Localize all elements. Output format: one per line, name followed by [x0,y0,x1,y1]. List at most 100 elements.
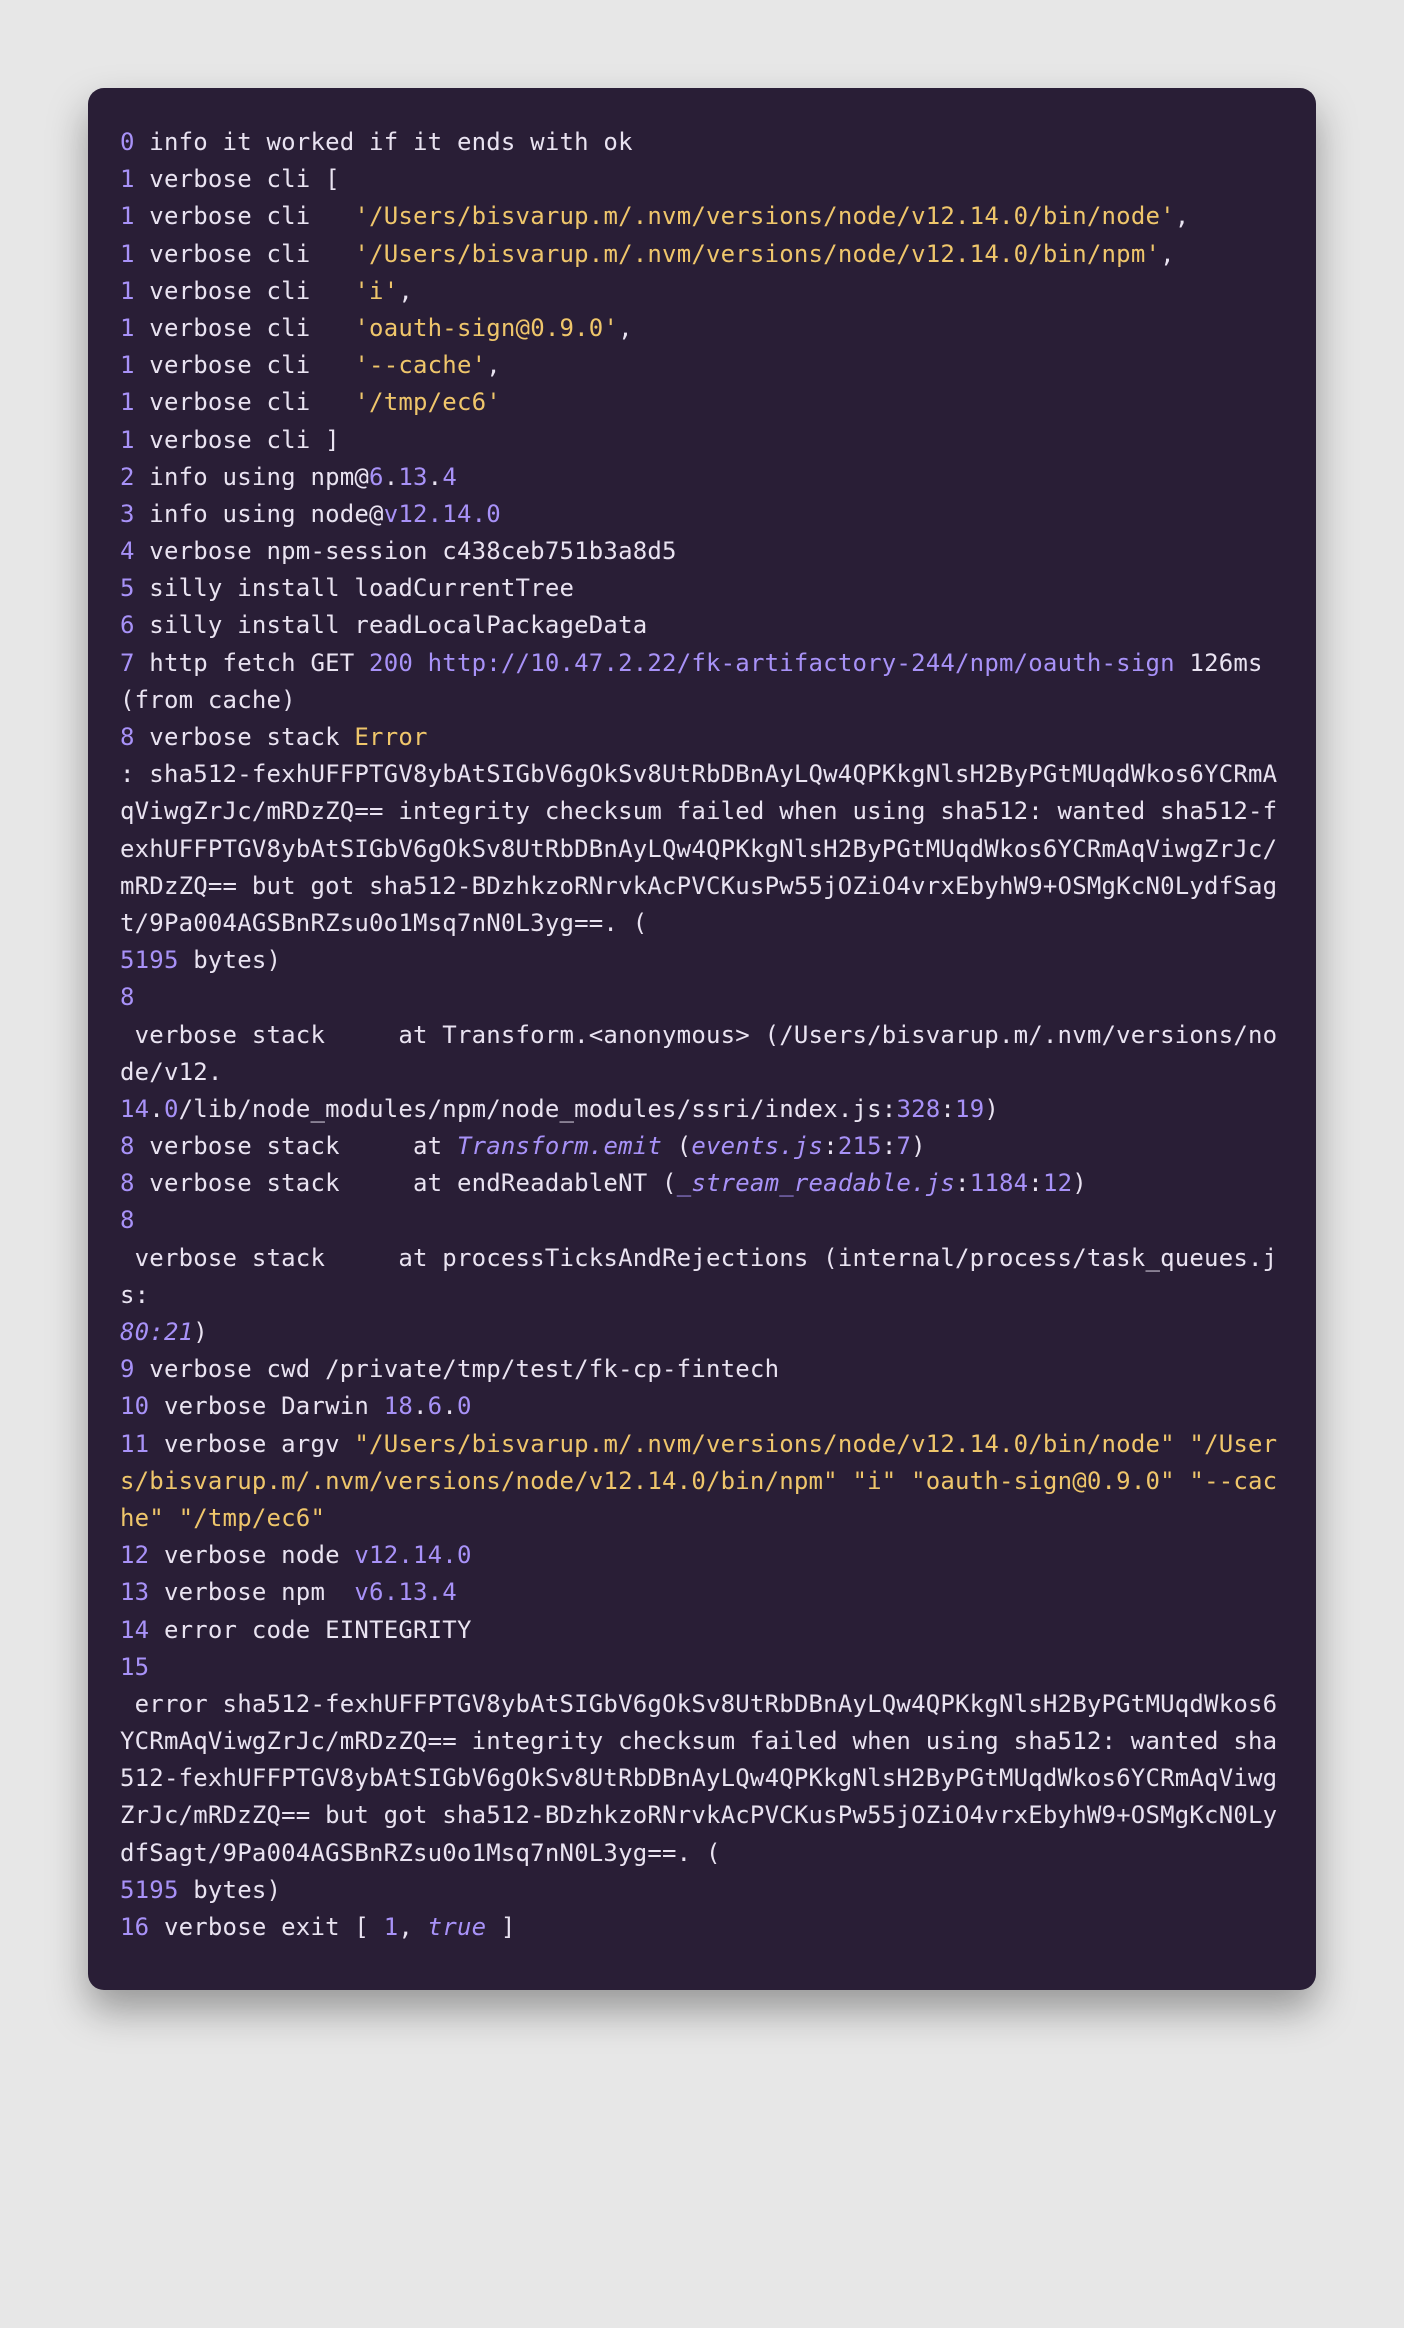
log-token: 0 [164,1095,179,1123]
log-token: ) [193,1318,208,1346]
log-token: , [1160,240,1175,268]
log-token: 13 [398,463,427,491]
log-token [164,1504,179,1532]
log-token: : [955,1169,970,1197]
log-token: http://10.47.2.22/fk-artifactory-244/npm… [428,649,1175,677]
log-token: , [398,277,413,305]
log-token: verbose stack at Transform.<anonymous> (… [120,1021,1277,1086]
log-token: '/Users/bisvarup.m/.nvm/versions/node/v1… [354,240,1160,268]
log-token: 8 [120,723,135,751]
log-token: 'i' [354,277,398,305]
log-token: 10 [120,1392,149,1420]
log-token: verbose stack at endReadableNT ( [135,1169,677,1197]
log-token: . [149,1095,164,1123]
log-token: 12 [1043,1169,1072,1197]
log-token: "/tmp/ec6" [179,1504,326,1532]
log-token: verbose node [149,1541,354,1569]
log-token: silly install loadCurrentTree [135,574,574,602]
log-token: silly install readLocalPackageData [135,611,648,639]
log-token: 19 [955,1095,984,1123]
log-token: ) [911,1132,926,1160]
log-token: 1 [384,1913,399,1941]
log-token: 0 [457,1392,472,1420]
log-token [413,649,428,677]
terminal-panel: 0 info it worked if it ends with ok 1 ve… [88,88,1316,1990]
log-token: 7 [120,649,135,677]
log-token: 6 [369,463,384,491]
log-token: 8 [120,1169,135,1197]
log-token: , [1175,202,1190,230]
log-token: 215 [838,1132,882,1160]
log-token: 11 [120,1430,149,1458]
log-token: 14 [120,1616,149,1644]
log-token: 14 [120,1095,149,1123]
log-token: 15 [120,1653,149,1681]
log-token: 8 [120,983,135,1011]
log-token: Transform.emit [457,1132,662,1160]
log-token: ( [662,1132,691,1160]
log-token: ) [984,1095,999,1123]
log-token: 5195 [120,1876,179,1904]
log-token: verbose cli [ [135,165,340,193]
log-token: verbose cli [135,351,355,379]
log-token: 4 [120,537,135,565]
log-token: verbose cli [135,388,355,416]
log-token: '/Users/bisvarup.m/.nvm/versions/node/v1… [354,202,1174,230]
log-token: 8 [120,1206,135,1234]
log-token: verbose cli ] [135,426,340,454]
log-token: 1 [120,351,135,379]
log-token: 12 [120,1541,149,1569]
log-token: 9 [120,1355,135,1383]
log-token: 1 [120,426,135,454]
log-token: verbose stack at processTicksAndRejectio… [120,1244,1277,1309]
log-token: , [398,1913,427,1941]
log-token: 4 [442,463,457,491]
log-token: . [384,463,399,491]
log-token: 6 [428,1392,443,1420]
log-token: bytes) [179,946,282,974]
log-token: verbose stack [135,723,355,751]
log-token: : [823,1132,838,1160]
log-token: 6 [120,611,135,639]
log-token: v6.13.4 [354,1578,457,1606]
log-token: info using npm@ [135,463,369,491]
log-token: info it worked if it ends with ok [135,128,633,156]
log-token: 1184 [970,1169,1029,1197]
log-token: 1 [120,314,135,342]
log-token [1175,1430,1190,1458]
log-token: . [442,1392,457,1420]
log-token: http fetch GET [135,649,369,677]
log-token: verbose exit [ [149,1913,383,1941]
log-token: 18 [384,1392,413,1420]
log-token: 13 [120,1578,149,1606]
log-token: /lib/node_modules/npm/node_modules/ssri/… [179,1095,897,1123]
log-token: , [486,351,501,379]
log-token: "oauth-sign@0.9.0" [911,1467,1175,1495]
log-token: 0 [120,128,135,156]
log-token: 5 [120,574,135,602]
log-token: 1 [120,165,135,193]
log-token: 7 [896,1132,911,1160]
log-token: '/tmp/ec6' [354,388,501,416]
log-token: v12.14.0 [384,500,501,528]
log-token: 16 [120,1913,149,1941]
log-token: "i" [852,1467,896,1495]
log-token: 1 [120,240,135,268]
log-token: verbose cli [135,277,355,305]
log-token: 200 [369,649,413,677]
log-token [1175,1467,1190,1495]
log-token: ) [1072,1169,1087,1197]
log-token: error code EINTEGRITY [149,1616,471,1644]
log-token [896,1467,911,1495]
log-token: verbose argv [149,1430,354,1458]
log-token: bytes) [179,1876,282,1904]
log-token: 'oauth-sign@0.9.0' [354,314,618,342]
log-token: . [428,463,443,491]
log-token: 3 [120,500,135,528]
log-token: 2 [120,463,135,491]
log-token: verbose cli [135,314,355,342]
log-token: _stream_readable.js [677,1169,955,1197]
log-output: 0 info it worked if it ends with ok 1 ve… [120,124,1284,1946]
log-token: verbose cli [135,240,355,268]
log-token: 328 [896,1095,940,1123]
